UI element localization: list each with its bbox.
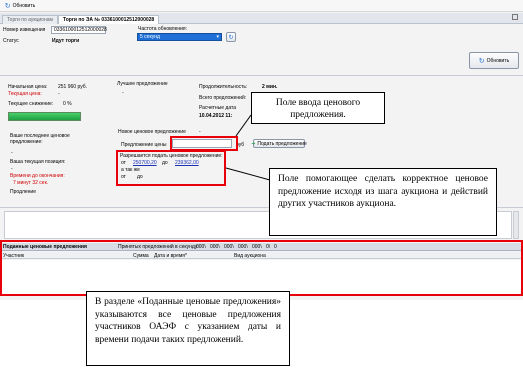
refresh-icon: ↻: [4, 3, 11, 10]
extension-label: Продление: [10, 189, 36, 195]
best-offer-label: Лучшее предложение: [117, 81, 168, 87]
refresh-main-button[interactable]: ↻ Обновить: [469, 52, 519, 69]
refresh-frequency-value: 5 секунд: [140, 34, 160, 40]
restore-icon[interactable]: [512, 14, 518, 20]
notice-label: Номер извещения: [3, 27, 46, 33]
highlight-price-input: [170, 136, 238, 151]
current-drop-label: Текущее снижение:: [8, 101, 54, 107]
toolbar-refresh-label: Обновить: [12, 3, 36, 9]
notice-number-field[interactable]: 0336100012512000028: [51, 26, 107, 34]
progress-fill: [9, 113, 80, 120]
time-left-label: Времени до окончания:: [10, 173, 65, 179]
callout-helper-field-text: Поле помогающее сделать корректное ценов…: [278, 174, 488, 209]
current-price-value: -: [58, 91, 60, 97]
price-drop-progress-bar: [8, 112, 81, 121]
refresh-small-button[interactable]: ↻: [226, 32, 236, 42]
callout-submitted-offers: В разделе «Поданные ценовые предложения»…: [86, 291, 290, 366]
header-divider: [0, 75, 523, 76]
new-offer-label: Новое ценовое предложение: [118, 129, 186, 135]
duration-value: 2 мин.: [262, 84, 278, 90]
calc-date-label: Расчетные дата: [199, 105, 237, 111]
status-value: Идут торги: [52, 38, 80, 44]
callout-helper-field: Поле помогающее сделать корректное ценов…: [269, 168, 497, 236]
best-offer-value: -: [122, 90, 124, 96]
refresh-icon: ↻: [228, 34, 234, 41]
current-drop-value: 0 %: [63, 101, 72, 107]
position-label: Ваша текущая позиция:: [10, 159, 66, 165]
toolbar: ↻ Обновить: [0, 0, 523, 12]
total-offers-label: Всего предложений:: [199, 95, 247, 101]
submit-arrow-icon: ➜: [251, 140, 256, 147]
time-left-value: 7 минут 32 сек.: [13, 180, 49, 186]
start-price-value: 251 960 руб.: [58, 84, 87, 90]
submit-offer-label: Подать предложение: [257, 140, 307, 147]
submit-offer-button[interactable]: ➜ Подать предложение: [251, 139, 307, 148]
current-price-label: Текущая цена:: [8, 91, 42, 97]
callout-price-input: Поле ввода ценового предложения.: [251, 92, 385, 124]
highlight-helper-field: [116, 150, 226, 186]
new-offer-value: -: [199, 129, 201, 135]
refresh-frequency-label: Частота обновления:: [138, 26, 187, 32]
position-value: -: [11, 166, 13, 172]
callout-price-input-text: Поле ввода ценового предложения.: [275, 98, 361, 120]
calc-date-value: 10.04.2012 11:: [199, 113, 233, 119]
price-offer-label: Предложение цены: [121, 142, 167, 148]
refresh-frequency-select[interactable]: 5 секунд ▾: [137, 33, 222, 41]
refresh-main-label: Обновить: [486, 57, 510, 64]
tab-strip: Торги по аукционам Торги по ЭА № 0336100…: [0, 13, 523, 24]
status-label: Статус: [3, 38, 19, 44]
refresh-icon: ↻: [478, 57, 485, 65]
tab-auction-detail[interactable]: Торги по ЭА № 0336100012512000028: [58, 15, 160, 24]
callout-submitted-offers-text: В разделе «Поданные ценовые предложения»…: [95, 297, 281, 345]
tab-auctions[interactable]: Торги по аукционам: [2, 15, 58, 24]
start-price-label: Начальная цена:: [8, 84, 48, 90]
last-offer-label: Ваше последнее ценовое предложение:: [10, 133, 70, 145]
chevron-down-icon: ▾: [216, 34, 219, 40]
toolbar-refresh-button[interactable]: ↻ Обновить: [1, 1, 39, 11]
scrollbar[interactable]: [513, 211, 519, 239]
duration-label: Продолжительность:: [199, 84, 248, 90]
highlight-submitted-offers: [0, 240, 523, 296]
last-offer-value: -: [11, 150, 13, 156]
